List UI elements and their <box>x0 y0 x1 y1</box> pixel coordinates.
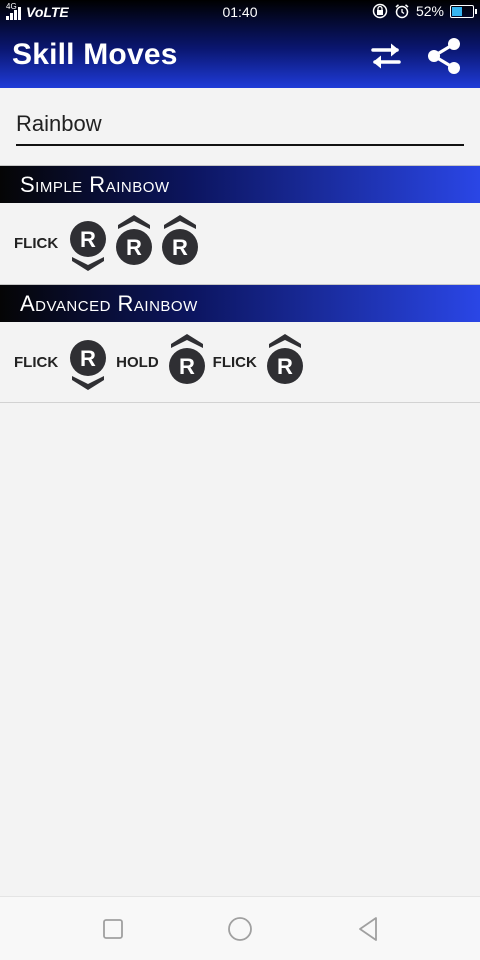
stick-letter: R <box>80 227 96 252</box>
swap-button[interactable] <box>366 36 406 76</box>
stick-letter: R <box>172 235 188 260</box>
step-label: HOLD <box>116 353 159 371</box>
right-stick-down-icon: R <box>70 340 107 390</box>
section-header-simple-rainbow: Simple Rainbow <box>0 165 480 203</box>
stick-letter: R <box>80 346 96 371</box>
share-icon <box>428 38 460 74</box>
section-title: Advanced Rainbow <box>20 291 198 316</box>
section-title: Simple Rainbow <box>20 172 170 197</box>
right-stick-up-icon: R <box>116 215 153 265</box>
swap-arrows-icon <box>371 43 401 69</box>
home-icon <box>228 917 252 941</box>
back-button[interactable] <box>352 913 384 945</box>
system-nav-bar <box>0 896 480 960</box>
back-icon <box>359 917 377 941</box>
recent-apps-button[interactable] <box>97 913 129 945</box>
top-bar: 4G VoLTE 01:40 52% Skill Moves <box>0 0 480 88</box>
right-stick-down-icon: R <box>70 221 107 271</box>
page-title: Skill Moves <box>12 38 178 71</box>
right-stick-up-icon: R <box>162 215 199 265</box>
status-bar: 4G VoLTE 01:40 52% <box>0 0 480 26</box>
search-input[interactable] <box>16 106 464 142</box>
recent-apps-icon <box>103 919 123 939</box>
step-label: FLICK <box>14 353 59 371</box>
stick-letter: R <box>179 354 195 379</box>
right-stick-up-icon: R <box>266 334 303 384</box>
share-button[interactable] <box>424 36 464 76</box>
step-label: FLICK <box>14 234 59 252</box>
home-button[interactable] <box>224 913 256 945</box>
battery-text: 52% <box>415 3 444 19</box>
search-field[interactable] <box>16 106 464 146</box>
divider <box>0 402 480 403</box>
alarm-icon <box>395 4 409 19</box>
lock-rotation-icon <box>372 3 388 19</box>
move-row-simple-rainbow: FLICK R R R <box>0 203 480 283</box>
stick-letter: R <box>126 235 142 260</box>
move-row-advanced-rainbow: FLICK R HOLD R FLICK R <box>0 322 480 402</box>
stick-letter: R <box>277 354 293 379</box>
battery-icon <box>450 4 477 18</box>
step-label: FLICK <box>212 353 257 371</box>
section-header-advanced-rainbow: Advanced Rainbow <box>0 284 480 322</box>
right-stick-up-icon: R <box>168 334 205 384</box>
